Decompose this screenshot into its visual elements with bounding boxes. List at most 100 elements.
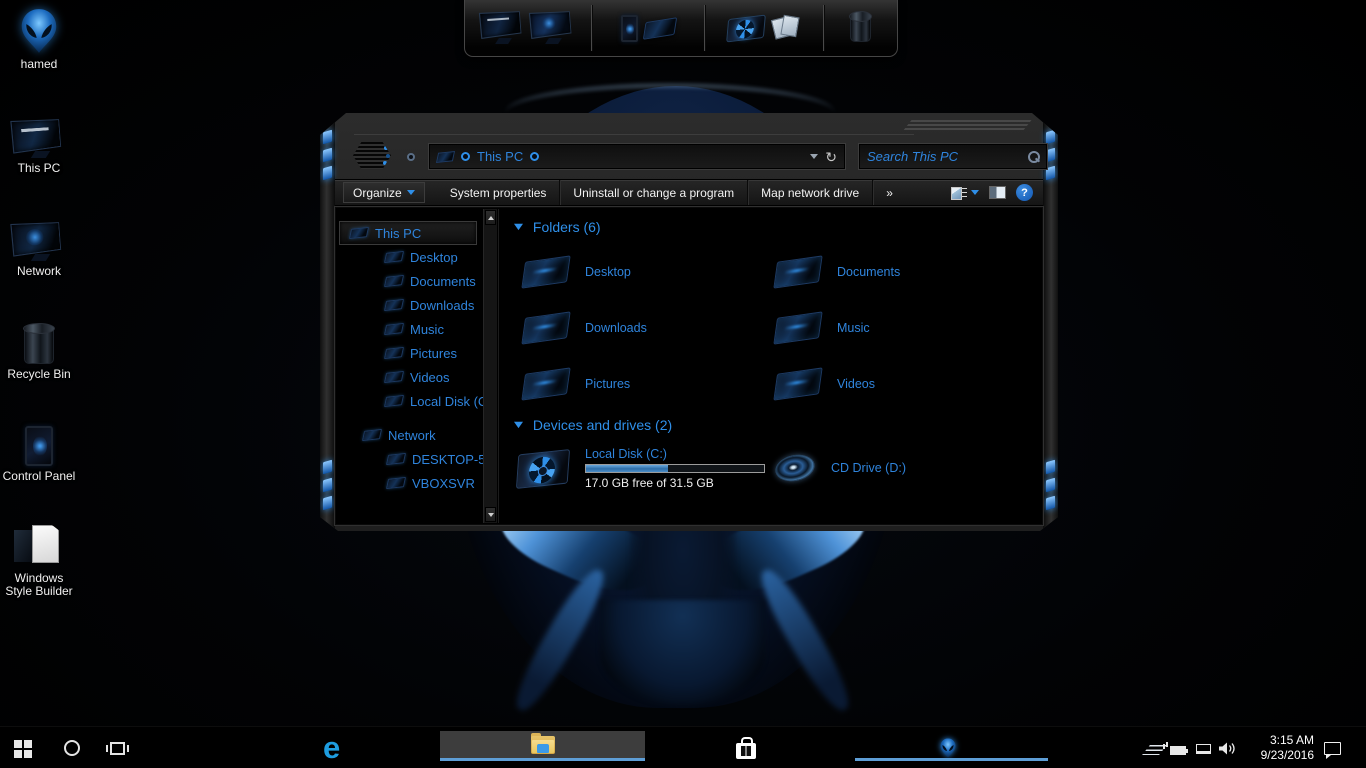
store-icon: [736, 743, 756, 759]
tree-item-pictures[interactable]: Pictures: [337, 341, 497, 365]
dock-trash-icon[interactable]: [850, 15, 871, 42]
preview-pane-button[interactable]: [989, 186, 1006, 199]
clock-date: 9/23/2016: [1242, 748, 1314, 763]
dock-dark-folder-icon[interactable]: [642, 17, 676, 40]
drive-item-local-disk-c[interactable]: Local Disk (C:) 17.0 GB free of 31.5 GB: [517, 447, 765, 490]
collapse-chevron-icon[interactable]: ▼: [511, 419, 526, 431]
dock-portrait-panel-icon[interactable]: [621, 15, 638, 42]
search-input[interactable]: [867, 149, 1020, 164]
file-explorer-taskbar-button[interactable]: [440, 731, 645, 758]
navigation-row: This PC: [335, 139, 1043, 175]
dock-fan-drive-icon[interactable]: [726, 14, 766, 42]
recycle-bin-icon: [24, 327, 54, 364]
drive-label: CD Drive (D:): [831, 461, 906, 475]
file-item-music[interactable]: Music: [775, 315, 870, 341]
titlebar-groove: [354, 134, 914, 135]
tree-item-local-disk-c[interactable]: Local Disk (C:): [337, 389, 497, 413]
desktop-icon-label: Network: [17, 265, 61, 278]
help-button[interactable]: ?: [1016, 184, 1033, 201]
tree-item-documents[interactable]: Documents: [337, 269, 497, 293]
network-tray-icon[interactable]: [1196, 744, 1211, 754]
file-item-pictures[interactable]: Pictures: [523, 371, 630, 397]
group-header-devices[interactable]: ▼ Devices and drives (2): [513, 417, 672, 433]
address-dropdown-icon[interactable]: [810, 154, 818, 159]
desktop-icon-label: Recycle Bin: [7, 368, 70, 381]
dock-monitor-icon[interactable]: [481, 12, 525, 44]
tree-item-vboxsvr[interactable]: VBOXSVR: [337, 471, 497, 495]
file-explorer-icon: [531, 736, 555, 754]
task-view-button[interactable]: [110, 742, 125, 755]
file-item-label: Videos: [837, 377, 875, 391]
desktop-icon-network[interactable]: Network: [0, 215, 78, 278]
scroll-up-button[interactable]: [485, 210, 496, 225]
file-explorer-window: This PC Organize System properties Unins…: [320, 113, 1058, 531]
group-header-folders[interactable]: ▼ Folders (6): [513, 219, 601, 235]
dock-documents-icon[interactable]: [771, 15, 801, 41]
window-left-rail: [320, 113, 335, 531]
breadcrumb-node-icon[interactable]: [530, 152, 539, 161]
edge-button[interactable]: e: [323, 727, 340, 768]
start-button[interactable]: [14, 740, 22, 748]
titlebar-vents: [903, 118, 1033, 131]
desktop-icon-hamed[interactable]: hamed: [0, 8, 78, 71]
search-box[interactable]: [859, 144, 1047, 169]
button-label: Uninstall or change a program: [573, 186, 734, 200]
breadcrumb-node-icon[interactable]: [461, 152, 470, 161]
tree-scrollbar[interactable]: [483, 209, 497, 523]
file-item-downloads[interactable]: Downloads: [523, 315, 647, 341]
file-item-documents[interactable]: Documents: [775, 259, 900, 285]
desktop-folder-icon: [384, 251, 404, 263]
scroll-down-button[interactable]: [485, 507, 496, 522]
address-path[interactable]: This PC: [477, 149, 523, 164]
tree-label: Documents: [410, 274, 476, 289]
alien-icon: [940, 738, 956, 758]
file-item-desktop[interactable]: Desktop: [523, 259, 631, 285]
desktop-icon-this-pc[interactable]: This PC: [0, 112, 78, 175]
downloads-folder-icon: [521, 311, 570, 344]
show-hidden-icons-button[interactable]: [1142, 745, 1167, 755]
uninstall-program-button[interactable]: Uninstall or change a program: [560, 180, 748, 205]
tree-item-downloads[interactable]: Downloads: [337, 293, 497, 317]
file-list-pane: ▼ Folders (6) Desktop Documents Download…: [498, 209, 1041, 523]
map-network-drive-button[interactable]: Map network drive: [748, 180, 873, 205]
view-icon: [951, 186, 967, 200]
desktop-icon-windows-style-builder[interactable]: Windows Style Builder: [0, 522, 78, 598]
drive-item-cd-d[interactable]: CD Drive (D:): [775, 455, 906, 481]
cortana-button[interactable]: [64, 740, 80, 756]
tree-item-desktop[interactable]: Desktop: [337, 245, 497, 269]
address-bar[interactable]: This PC: [429, 144, 845, 169]
more-commands-button[interactable]: »: [873, 180, 906, 205]
tree-item-videos[interactable]: Videos: [337, 365, 497, 389]
tree-item-this-pc[interactable]: This PC: [339, 221, 477, 245]
desktop-icon-label: Windows Style Builder: [0, 572, 78, 598]
group-title: Folders (6): [533, 219, 601, 235]
file-item-videos[interactable]: Videos: [775, 371, 875, 397]
collapse-chevron-icon[interactable]: ▼: [511, 221, 526, 233]
volume-icon[interactable]: [1218, 742, 1236, 755]
tree-item-music[interactable]: Music: [337, 317, 497, 341]
search-icon[interactable]: [1027, 151, 1039, 163]
edge-icon: e: [323, 730, 340, 766]
system-properties-button[interactable]: System properties: [437, 180, 561, 205]
nav-logo-icon[interactable]: [353, 142, 391, 169]
dock-monitor-network-icon[interactable]: [531, 12, 575, 44]
desktop-icon-recycle-bin[interactable]: Recycle Bin: [0, 318, 78, 381]
top-dock: [464, 0, 898, 57]
button-label: System properties: [450, 186, 547, 200]
tree-item-desktop-5un[interactable]: DESKTOP-5UN: [337, 447, 497, 471]
desktop-icon-control-panel[interactable]: Control Panel: [0, 420, 78, 483]
store-button[interactable]: [736, 737, 756, 759]
desktop-icon-label: hamed: [21, 58, 58, 71]
drive-icon: [384, 395, 404, 407]
battery-icon[interactable]: [1170, 746, 1186, 755]
control-panel-icon: [25, 426, 53, 466]
tree-label: Videos: [410, 370, 450, 385]
change-view-button[interactable]: [951, 186, 979, 200]
tree-item-network[interactable]: Network: [337, 423, 497, 447]
organize-button[interactable]: Organize: [343, 182, 425, 203]
action-center-button[interactable]: [1324, 742, 1341, 755]
tree-label: Network: [388, 428, 436, 443]
taskbar-clock[interactable]: 3:15 AM 9/23/2016: [1242, 733, 1314, 763]
refresh-icon[interactable]: [825, 150, 837, 164]
tree-label: Music: [410, 322, 444, 337]
